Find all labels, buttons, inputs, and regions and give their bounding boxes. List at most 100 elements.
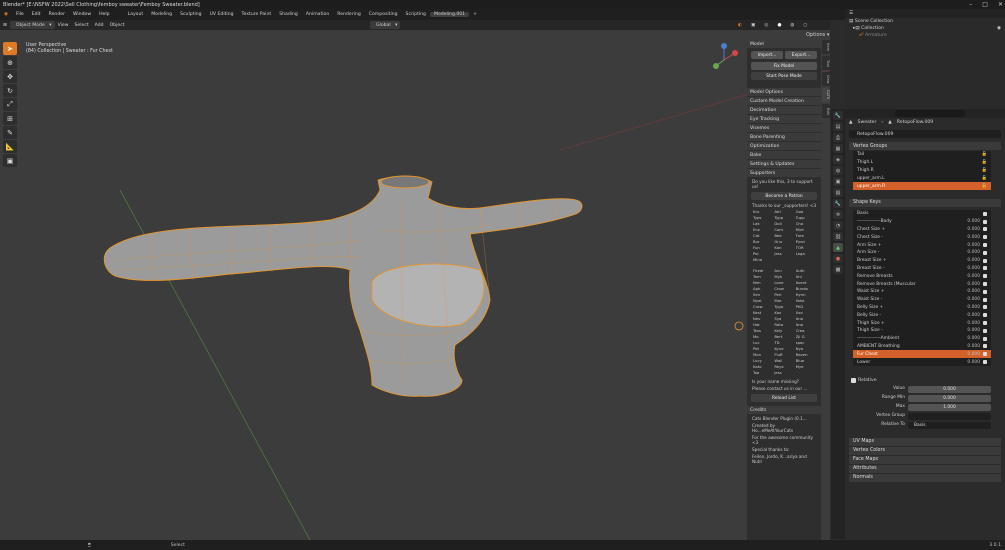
supporter-item[interactable]: Bur [753, 239, 772, 244]
export-button[interactable]: Export... [785, 51, 817, 59]
checkbox-icon[interactable] [983, 235, 987, 240]
supporter-item[interactable]: Doll [774, 221, 793, 226]
vertex-group-field[interactable] [908, 412, 991, 420]
section-custom-model[interactable]: Custom Model Creation [747, 97, 821, 105]
supporter-item[interactable]: Mar [774, 298, 793, 303]
supporter-item[interactable]: Enz [753, 227, 772, 232]
mesh-data-icon[interactable]: ▲ [833, 243, 843, 252]
select-tool-icon[interactable]: ➤ [3, 42, 17, 55]
shape-key-row[interactable]: Waist Size + 0.000 [853, 288, 991, 296]
tool-props-icon[interactable]: 🔧 [833, 111, 843, 120]
supporter-item[interactable]: Nyal [753, 298, 772, 303]
supporter-item[interactable]: Lone [774, 280, 793, 285]
shape-key-row[interactable]: Chest Size + 0.000 [853, 226, 991, 234]
normals-header[interactable]: Normals [849, 473, 1001, 482]
options-dropdown[interactable]: Options ▾ [806, 32, 829, 38]
supporter-item[interactable]: Fluff [774, 352, 793, 357]
workspace-tab[interactable]: Shading [275, 12, 302, 17]
supporter-item[interactable]: Tupp [796, 215, 815, 220]
shape-key-row[interactable]: Fur Chest 0.000 [853, 350, 991, 359]
supporter-item[interactable]: Com [774, 227, 793, 232]
supporter-item[interactable]: Atri [774, 209, 793, 214]
shape-key-row[interactable]: Thigh Size + 0.000 [853, 319, 991, 327]
supporter-item[interactable]: Crow [753, 304, 772, 309]
annotate-tool-icon[interactable]: ✎ [3, 126, 17, 139]
checkbox-icon[interactable] [983, 250, 987, 255]
transform-tool-icon[interactable]: ⊞ [3, 112, 17, 125]
supporter-item[interactable]: Tom [753, 274, 772, 279]
scale-tool-icon[interactable]: ⤢ [3, 98, 17, 111]
add-cube-tool-icon[interactable]: ▣ [3, 154, 17, 167]
supporter-item[interactable]: Wall [774, 358, 793, 363]
checkbox-icon[interactable] [983, 328, 987, 333]
menu-render[interactable]: Render [45, 12, 69, 17]
shape-key-value[interactable]: 0.000 [967, 266, 980, 271]
supporter-item[interactable]: Ana [796, 316, 815, 321]
workspace-tab[interactable]: Texture Paint [238, 12, 276, 17]
render-props-icon[interactable]: ▤ [833, 122, 843, 131]
shape-key-value[interactable]: 0.000 [967, 297, 980, 302]
shape-key-row[interactable]: ---------------Ambient 0.000 [853, 335, 991, 343]
supporter-item[interactable]: Raven [796, 352, 815, 357]
tab-edit[interactable]: Edit [822, 104, 830, 118]
supporter-item[interactable]: Cha [796, 221, 815, 226]
supporter-item[interactable]: Bert [774, 334, 793, 339]
world-props-icon[interactable]: ◍ [833, 166, 843, 175]
supporter-item[interactable]: Blue [796, 358, 815, 363]
supporter-item[interactable]: Typp [774, 215, 793, 220]
reload-list-button[interactable]: Reload List [751, 394, 817, 402]
supporter-item[interactable]: Lega [796, 251, 815, 256]
shape-key-row[interactable]: Remove Breasts 0.000 [853, 272, 991, 280]
menu-file[interactable]: File [12, 12, 28, 17]
shape-key-value[interactable]: 0.000 [967, 305, 980, 310]
relative-checkbox[interactable]: Relative [845, 377, 1005, 383]
supporter-item[interactable]: Kan [774, 245, 793, 250]
supporter-item[interactable]: Zji G [796, 334, 815, 339]
supporter-item[interactable]: Hat [753, 322, 772, 327]
workspace-tab[interactable]: Scripting [402, 12, 430, 17]
supporter-item[interactable]: Rata [774, 322, 793, 327]
section-bone-parenting[interactable]: Bone Parenting [747, 133, 821, 141]
supporter-item[interactable]: Nim [753, 280, 772, 285]
physics-props-icon[interactable]: ◔ [833, 221, 843, 230]
checkbox-icon[interactable] [983, 211, 987, 216]
section-model-options[interactable]: Model Options [747, 88, 821, 96]
section-decimation[interactable]: Decimation [747, 106, 821, 114]
shape-key-row[interactable]: Remove Breasts (Muscular 0.000 [853, 280, 991, 288]
shape-key-row[interactable]: ---------------Body 0.000 [853, 218, 991, 226]
checkbox-icon[interactable] [983, 219, 987, 224]
supporter-item[interactable]: Nya [796, 346, 815, 351]
supporter-item[interactable]: Kato [753, 364, 772, 369]
props-search-input[interactable] [895, 110, 965, 117]
rotate-tool-icon[interactable]: ↻ [3, 84, 17, 97]
supporter-item[interactable]: Mon [753, 352, 772, 357]
particles-props-icon[interactable]: ✲ [833, 210, 843, 219]
workspace-tab[interactable]: Modeling [147, 12, 176, 17]
supporter-item[interactable]: PKG [796, 304, 815, 309]
checkbox-icon[interactable] [983, 227, 987, 232]
supporter-item[interactable]: Nev [753, 316, 772, 321]
supporter-item[interactable]: Kely [774, 328, 793, 333]
supporter-item[interactable]: Typs [753, 215, 772, 220]
collection-props-icon[interactable]: ▣ [833, 177, 843, 186]
lock-icon[interactable]: 🔓 [982, 184, 987, 189]
workspace-tab-active[interactable]: Modeling.001 [429, 12, 470, 17]
checkbox-icon[interactable] [983, 297, 987, 302]
shape-key-value[interactable]: 0.000 [967, 321, 980, 326]
supporter-item[interactable]: Tyga [774, 304, 793, 309]
workspace-tab[interactable]: UV Editing [206, 12, 238, 17]
checkbox-icon[interactable] [983, 321, 987, 326]
import-button[interactable]: Import... [751, 51, 783, 59]
vertex-groups-header[interactable]: Vertex Groups [849, 142, 1001, 150]
tab-tool[interactable]: Tool [822, 56, 830, 70]
supporter-item[interactable]: Kru [753, 209, 772, 214]
mode-select[interactable]: Object Mode ▾ [9, 21, 55, 29]
gizmo-axes[interactable] [713, 43, 738, 69]
menu-object[interactable]: Object [107, 23, 128, 28]
render-shading-icon[interactable]: ○ [800, 23, 810, 28]
xray-icon[interactable]: ▣ [748, 23, 758, 28]
section-bake[interactable]: Bake [747, 151, 821, 159]
shape-key-value[interactable]: 0.000 [967, 336, 980, 341]
maximize-icon[interactable]: □ [982, 1, 988, 8]
supporter-item[interactable]: Kyne [774, 346, 793, 351]
